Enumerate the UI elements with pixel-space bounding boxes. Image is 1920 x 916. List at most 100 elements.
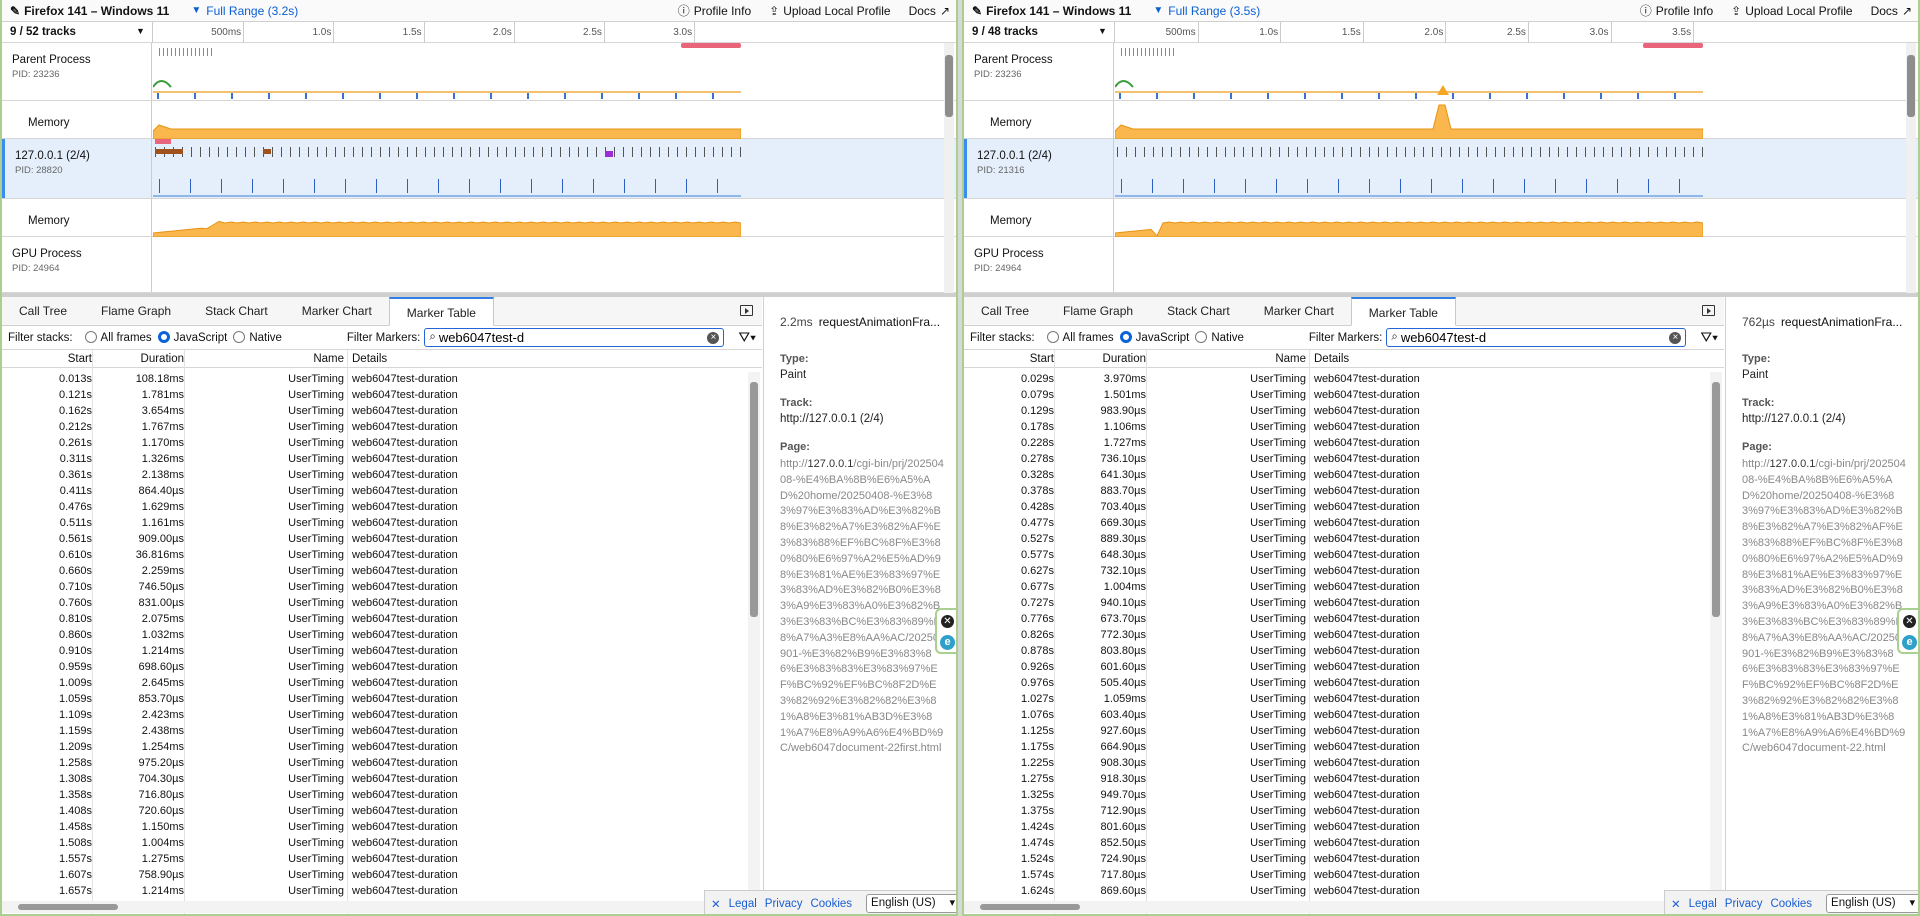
table-row[interactable]: 1.175s 664.90µs UserTiming web6047test-dura… — [964, 740, 1709, 756]
table-row[interactable]: 0.079s 1.501ms UserTiming web6047test-durat… — [964, 388, 1709, 404]
table-row[interactable]: 0.378s 883.70µs UserTiming web6047test-dura… — [964, 484, 1709, 500]
radio-javascript[interactable] — [1119, 331, 1132, 343]
table-row[interactable]: 1.375s 712.90µs UserTiming web6047test-dura… — [964, 804, 1709, 820]
scrollbar-thumb[interactable] — [18, 904, 118, 910]
tab-stack-chart[interactable]: Stack Chart — [1150, 297, 1247, 326]
scrollbar-thumb[interactable] — [1712, 382, 1720, 617]
radio-native[interactable] — [1195, 331, 1208, 343]
filter-funnel-icon[interactable]: ⛛▾ — [738, 329, 756, 346]
tab-flame-graph[interactable]: Flame Graph — [84, 297, 188, 326]
table-row[interactable]: 0.013s 108.18ms UserTiming web6047test-dura… — [2, 372, 747, 388]
table-row[interactable]: 0.627s 732.10µs UserTiming web6047test-dura… — [964, 564, 1709, 580]
table-row[interactable]: 1.308s 704.30µs UserTiming web6047test-dura… — [2, 772, 747, 788]
marker-search-input[interactable] — [1400, 330, 1667, 345]
tracks-scrollbar[interactable] — [1906, 43, 1916, 293]
table-row[interactable]: 0.477s 669.30µs UserTiming web6047test-dura… — [964, 516, 1709, 532]
sidebar-toggle-icon[interactable] — [1702, 305, 1715, 316]
table-row[interactable]: 0.660s 2.259ms UserTiming web6047test-durat… — [2, 564, 747, 580]
track-graph[interactable] — [152, 101, 936, 140]
close-icon[interactable]: ✕ — [941, 615, 954, 628]
legal-link[interactable]: Legal — [729, 898, 757, 910]
track-graph[interactable] — [153, 139, 936, 198]
table-row[interactable]: 0.178s 1.106ms UserTiming web6047test-durat… — [964, 420, 1709, 436]
table-row[interactable]: 0.976s 505.40µs UserTiming web6047test-dura… — [964, 676, 1709, 692]
table-row[interactable]: 1.325s 949.70µs UserTiming web6047test-dura… — [964, 788, 1709, 804]
column-header-duration[interactable]: Duration — [94, 353, 184, 365]
track-graph[interactable] — [1114, 199, 1898, 238]
table-row[interactable]: 0.561s 909.00µs UserTiming web6047test-dura… — [2, 532, 747, 548]
privacy-link[interactable]: Privacy — [765, 898, 803, 910]
track-graph[interactable] — [152, 43, 936, 100]
track-4[interactable]: GPU Process PID: 24964 — [2, 237, 956, 293]
close-icon[interactable]: ✕ — [1903, 615, 1916, 628]
legal-link[interactable]: Legal — [1689, 898, 1717, 910]
close-icon[interactable]: ✕ — [711, 897, 721, 911]
column-header-duration[interactable]: Duration — [1056, 353, 1146, 365]
track-graph[interactable] — [1114, 43, 1898, 100]
table-row[interactable]: 0.261s 1.170ms UserTiming web6047test-durat… — [2, 436, 747, 452]
clear-icon[interactable]: × — [707, 331, 720, 344]
cookies-link[interactable]: Cookies — [810, 898, 852, 910]
table-row[interactable]: 0.776s 673.70µs UserTiming web6047test-dura… — [964, 612, 1709, 628]
table-row[interactable]: 1.275s 918.30µs UserTiming web6047test-dura… — [964, 772, 1709, 788]
table-row[interactable]: 1.159s 2.438ms UserTiming web6047test-durat… — [2, 724, 747, 740]
table-scrollbar[interactable] — [1710, 372, 1722, 902]
table-row[interactable]: 0.411s 864.40µs UserTiming web6047test-dura… — [2, 484, 747, 500]
track-count-button[interactable]: 9 / 52 tracks — [10, 26, 76, 38]
close-icon[interactable]: ✕ — [1671, 897, 1681, 911]
table-row[interactable]: 1.458s 1.150ms UserTiming web6047test-durat… — [2, 820, 747, 836]
table-row[interactable]: 0.228s 1.727ms UserTiming web6047test-durat… — [964, 436, 1709, 452]
scrollbar-thumb[interactable] — [750, 382, 758, 617]
track-3[interactable]: Memory — [964, 199, 1918, 238]
table-row[interactable]: 1.358s 716.80µs UserTiming web6047test-dura… — [2, 788, 747, 804]
track-graph[interactable] — [1114, 101, 1898, 140]
track-3[interactable]: Memory — [2, 199, 956, 238]
table-row[interactable]: 1.508s 1.004ms UserTiming web6047test-durat… — [2, 836, 747, 852]
table-row[interactable]: 0.328s 641.30µs UserTiming web6047test-dura… — [964, 468, 1709, 484]
sidebar-toggle-icon[interactable] — [740, 305, 753, 316]
tab-call-tree[interactable]: Call Tree — [2, 297, 84, 326]
table-row[interactable]: 0.577s 648.30µs UserTiming web6047test-dura… — [964, 548, 1709, 564]
docs-link[interactable]: Docs ↗ — [1871, 2, 1912, 19]
table-row[interactable]: 0.311s 1.326ms UserTiming web6047test-durat… — [2, 452, 747, 468]
scrollbar-thumb[interactable] — [945, 55, 953, 117]
radio-all-frames[interactable] — [1046, 331, 1059, 343]
table-row[interactable]: 0.926s 601.60µs UserTiming web6047test-dura… — [964, 660, 1709, 676]
track-label[interactable]: GPU Process PID: 24964 — [964, 237, 1114, 292]
table-row[interactable]: 0.727s 940.10µs UserTiming web6047test-dura… — [964, 596, 1709, 612]
tab-flame-graph[interactable]: Flame Graph — [1046, 297, 1150, 326]
table-row[interactable]: 1.607s 758.90µs UserTiming web6047test-dura… — [2, 868, 747, 884]
track-graph[interactable] — [1115, 237, 1898, 292]
table-scrollbar[interactable] — [748, 372, 760, 902]
track-2[interactable]: 127.0.0.1 (2/4) PID: 21316 — [964, 139, 1918, 199]
table-row[interactable]: 0.361s 2.138ms UserTiming web6047test-durat… — [2, 468, 747, 484]
table-row[interactable]: 0.212s 1.767ms UserTiming web6047test-durat… — [2, 420, 747, 436]
table-horizontal-scrollbar[interactable] — [964, 901, 1710, 913]
radio-all-frames[interactable] — [84, 331, 97, 343]
track-0[interactable]: Parent Process PID: 23236 — [964, 43, 1918, 101]
table-row[interactable]: 1.059s 853.70µs UserTiming web6047test-dura… — [2, 692, 747, 708]
table-row[interactable]: 0.162s 3.654ms UserTiming web6047test-durat… — [2, 404, 747, 420]
column-header-details[interactable]: Details — [352, 353, 387, 365]
table-row[interactable]: 1.076s 603.40µs UserTiming web6047test-dura… — [964, 708, 1709, 724]
table-row[interactable]: 0.476s 1.629ms UserTiming web6047test-durat… — [2, 500, 747, 516]
track-count-button[interactable]: 9 / 48 tracks — [972, 26, 1038, 38]
app-title[interactable]: ✎ Firefox 141 – Windows 11 — [964, 4, 1139, 18]
table-row[interactable]: 0.129s 983.90µs UserTiming web6047test-dura… — [964, 404, 1709, 420]
language-select[interactable]: English (US) — [866, 894, 956, 913]
table-row[interactable]: 0.527s 889.30µs UserTiming web6047test-dura… — [964, 532, 1709, 548]
track-label[interactable]: Parent Process PID: 23236 — [2, 43, 152, 100]
track-label[interactable]: Memory — [964, 199, 1114, 236]
track-1[interactable]: Memory — [2, 101, 956, 140]
tracks-scrollbar[interactable] — [944, 43, 954, 293]
extension-e-icon[interactable]: e — [940, 635, 955, 650]
table-horizontal-scrollbar[interactable] — [2, 901, 748, 913]
table-row[interactable]: 1.125s 927.60µs UserTiming web6047test-dura… — [964, 724, 1709, 740]
table-row[interactable]: 1.009s 2.645ms UserTiming web6047test-durat… — [2, 676, 747, 692]
table-row[interactable]: 1.557s 1.275ms UserTiming web6047test-durat… — [2, 852, 747, 868]
track-1[interactable]: Memory — [964, 101, 1918, 140]
extension-e-icon[interactable]: e — [1902, 635, 1917, 650]
track-label[interactable]: 127.0.0.1 (2/4) PID: 21316 — [964, 139, 1114, 198]
cookies-link[interactable]: Cookies — [1770, 898, 1812, 910]
table-row[interactable]: 0.959s 698.60µs UserTiming web6047test-dura… — [2, 660, 747, 676]
